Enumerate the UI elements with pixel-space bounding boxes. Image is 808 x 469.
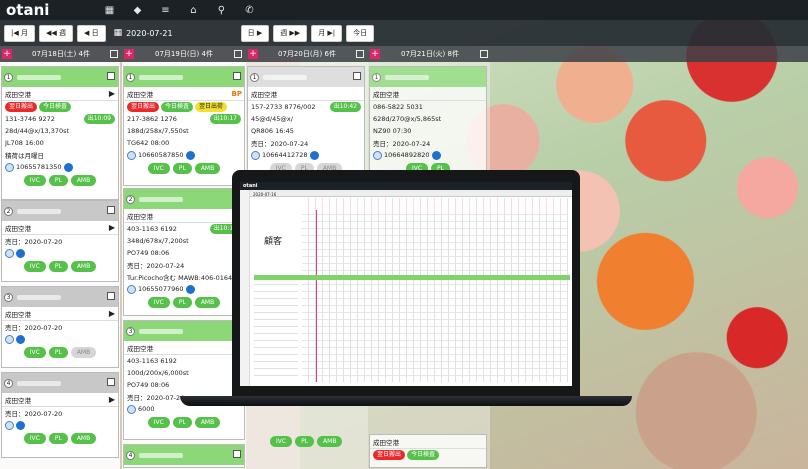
today-button[interactable]: 今日 <box>346 24 375 42</box>
add-icon[interactable]: + <box>248 49 258 59</box>
next-week-button[interactable]: 週 ▶▶ <box>273 24 308 42</box>
next-day-button[interactable]: 日 ▶ <box>240 24 270 42</box>
select-all-checkbox[interactable] <box>110 50 118 58</box>
plane-icon <box>16 248 25 258</box>
laptop-bezel: otani 2020-07-16 顧客 <box>232 170 580 398</box>
shipment-card[interactable]: 1 成田空港 ▶ 翌日搬出 今日検査 131-3746 9272 出10:09 28d… <box>1 66 119 200</box>
day-column-2: 1 成田空港 BP 翌日搬出 今日検査 翌日出荷 217-3862 1276 出10:1… <box>122 62 246 469</box>
shipment-card[interactable]: 4 成田空港 ▶ 売日：2020-07-20 IVC PL AMB <box>1 372 119 458</box>
select-all-checkbox[interactable] <box>234 50 242 58</box>
pl-button[interactable]: PL <box>48 175 68 186</box>
day-header-1: + 07月18日(土) 4件 <box>0 46 122 62</box>
calendar-icon[interactable]: ▦ <box>95 5 123 16</box>
screen-sidebar <box>240 190 250 386</box>
shipment-card[interactable]: 1 成田空港 157-2733 8776/002 出10:42 45@d/45@x… <box>247 66 365 174</box>
day-header-2: + 07月19日(日) 4件 <box>122 46 246 62</box>
shipment-card[interactable]: 2 成田空港 ▶ 売日：2020-07-20 IVC PL AMB <box>1 200 119 282</box>
search-icon[interactable]: ⚲ <box>207 5 235 16</box>
next-month-button[interactable]: 月 ▶| <box>311 24 343 42</box>
laptop-screen: otani 2020-07-16 顧客 <box>240 182 572 386</box>
prev-month-button[interactable]: |◀ 月 <box>4 24 35 42</box>
button-row: IVC PL AMB <box>270 434 343 450</box>
amb-button[interactable]: AMB <box>70 175 97 186</box>
shipment-card[interactable]: 4 <box>123 444 245 468</box>
add-icon[interactable]: + <box>124 49 134 59</box>
phone-icon[interactable]: ✆ <box>235 5 263 16</box>
add-icon[interactable]: + <box>2 49 12 59</box>
screen-toolbar: 2020-07-16 <box>250 190 572 197</box>
globe-icon <box>5 248 14 258</box>
ivc-button[interactable]: IVC <box>23 175 46 186</box>
calendar-icon: ▦ <box>113 28 123 38</box>
app-header: otani ▦ ◆ ≡ ⌂ ⚲ ✆ <box>0 0 808 20</box>
prev-week-button[interactable]: ◀◀ 週 <box>38 24 73 42</box>
day-header-4: + 07月21日(火) 8件 <box>368 46 492 62</box>
menu-icon[interactable]: ≡ <box>151 5 179 16</box>
date-toolbar: |◀ 月 ◀◀ 週 ◀ 日 ▦ 2020-07-21 日 ▶ 週 ▶▶ 月 ▶|… <box>0 20 808 46</box>
laptop-mockup: otani 2020-07-16 顧客 <box>180 170 632 410</box>
home-icon[interactable]: ⌂ <box>179 5 207 16</box>
dropbox-icon[interactable]: ◆ <box>123 5 151 16</box>
day-header-3: + 07月20日(月) 6件 <box>246 46 368 62</box>
globe-icon <box>5 162 14 172</box>
prev-day-button[interactable]: ◀ 日 <box>76 24 106 42</box>
shipment-card[interactable]: 1 成田空港 BP 翌日搬出 今日検査 翌日出荷 217-3862 1276 出10:1… <box>123 66 245 186</box>
day-column-1: 1 成田空港 ▶ 翌日搬出 今日検査 131-3746 9272 出10:09 28d… <box>0 62 120 469</box>
screen-grid <box>302 212 568 382</box>
day-header-bar: + 07月18日(土) 4件 + 07月19日(日) 4件 + 07月20日(月… <box>0 46 808 62</box>
shipment-card[interactable]: 1 成田空港 086-5822 5031 628d/270@x/5,865st … <box>369 66 487 174</box>
laptop-base <box>180 396 632 406</box>
select-all-checkbox[interactable] <box>480 50 488 58</box>
current-date: 2020-07-21 <box>126 28 173 38</box>
shipment-card[interactable]: 2 成田空港 403-1163 6192 出10:17 348d/678x/7,2… <box>123 188 245 316</box>
add-icon[interactable]: + <box>370 49 380 59</box>
select-all-checkbox[interactable] <box>356 50 364 58</box>
app-logo: otani <box>6 1 50 19</box>
shipment-card[interactable]: 3 成田空港 403-1163 6192 100d/200x/6,000st P… <box>123 320 245 440</box>
shipment-card[interactable]: 3 成田空港 ▶ 売日：2020-07-20 IVC PL AMB <box>1 286 119 368</box>
shipment-card[interactable]: 成田空港 翌日搬出 今日検査 <box>369 434 487 468</box>
card-checkbox[interactable] <box>107 72 115 80</box>
date-display[interactable]: ▦ 2020-07-21 <box>114 28 173 38</box>
plane-icon <box>63 162 73 172</box>
